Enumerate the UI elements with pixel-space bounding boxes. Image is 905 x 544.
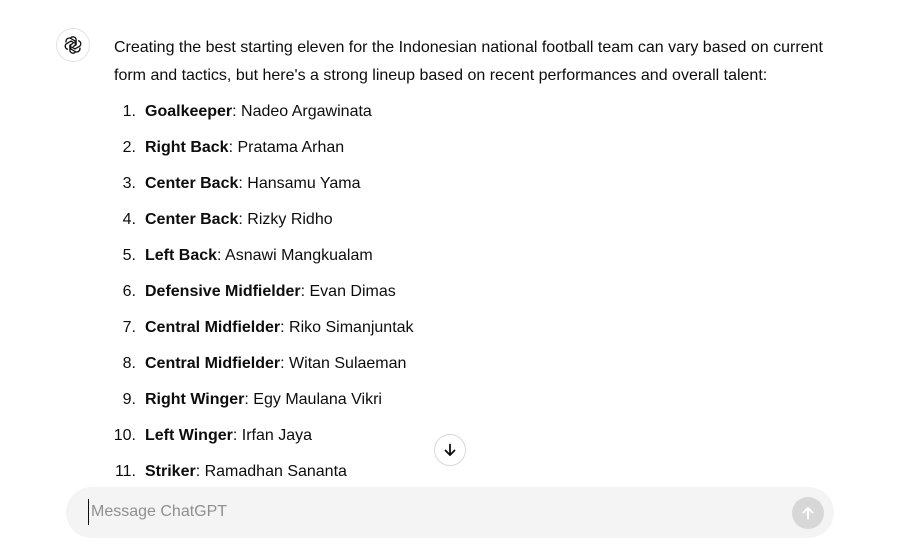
player-name: : Hansamu Yama [238,175,361,192]
list-item: 4. Center Back: Rizky Ridho [114,206,834,242]
player-name: : Pratama Arhan [228,139,345,156]
player-name: : Asnawi Mangkualam [217,247,373,264]
message-composer [66,487,834,538]
list-item: 6. Defensive Midfielder: Evan Dimas [114,278,834,314]
list-number: 10. [113,427,136,444]
position-label: Defensive Midfielder [145,283,301,300]
position-label: Left Winger [145,427,233,444]
position-label: Central Midfielder [145,355,281,372]
list-number: 1. [122,103,136,120]
position-label: Striker [145,463,196,480]
player-name: : Riko Simanjuntak [280,319,414,336]
player-name: : Irfan Jaya [232,427,313,444]
position-label: Goalkeeper [145,103,233,120]
scroll-to-bottom-button[interactable] [434,434,466,466]
openai-logo-icon [64,36,82,54]
player-name: : Nadeo Argawinata [232,103,372,120]
list-item: 1. Goalkeeper: Nadeo Argawinata [114,98,834,134]
position-label: Right Winger [145,391,245,408]
chat-page: Creating the best starting eleven for th… [0,0,905,544]
list-number: 3. [122,175,136,192]
position-label: Left Back [145,247,218,264]
player-name: : Egy Maulana Vikri [244,391,382,408]
message-intro: Creating the best starting eleven for th… [114,39,823,84]
send-button[interactable] [792,497,824,529]
list-number: 6. [122,283,136,300]
player-name: : Evan Dimas [300,283,396,300]
list-number: 8. [122,355,136,372]
list-number: 2. [122,139,136,156]
lineup-list: 1. Goalkeeper: Nadeo Argawinata 2. Right B… [114,98,834,494]
list-item: 8. Central Midfielder: Witan Sulaeman [114,350,834,386]
arrow-down-icon [444,443,456,456]
list-item: 10. Left Winger: Irfan Jaya [114,422,834,458]
position-label: Right Back [145,139,229,156]
list-number: 11. [114,463,136,480]
assistant-avatar [56,28,90,62]
list-item: 7. Central Midfielder: Riko Simanjuntak [114,314,834,350]
player-name: : Rizky Ridho [238,211,333,228]
list-item: 5. Left Back: Asnawi Mangkualam [114,242,834,278]
list-item: 2. Right Back: Pratama Arhan [114,134,834,170]
player-name: : Witan Sulaeman [280,355,407,372]
arrow-up-icon [802,507,814,520]
list-number: 4. [122,211,136,228]
position-label: Central Midfielder [145,319,281,336]
position-label: Center Back [145,211,239,228]
list-number: 7. [122,319,136,336]
list-item: 3. Center Back: Hansamu Yama [114,170,834,206]
position-label: Center Back [145,175,239,192]
message-input[interactable] [88,499,771,525]
list-item: 9. Right Winger: Egy Maulana Vikri [114,386,834,422]
player-name: : Ramadhan Sananta [195,463,347,480]
assistant-message: Creating the best starting eleven for th… [114,34,834,494]
list-number: 5. [122,247,136,264]
list-number: 9. [122,391,136,408]
